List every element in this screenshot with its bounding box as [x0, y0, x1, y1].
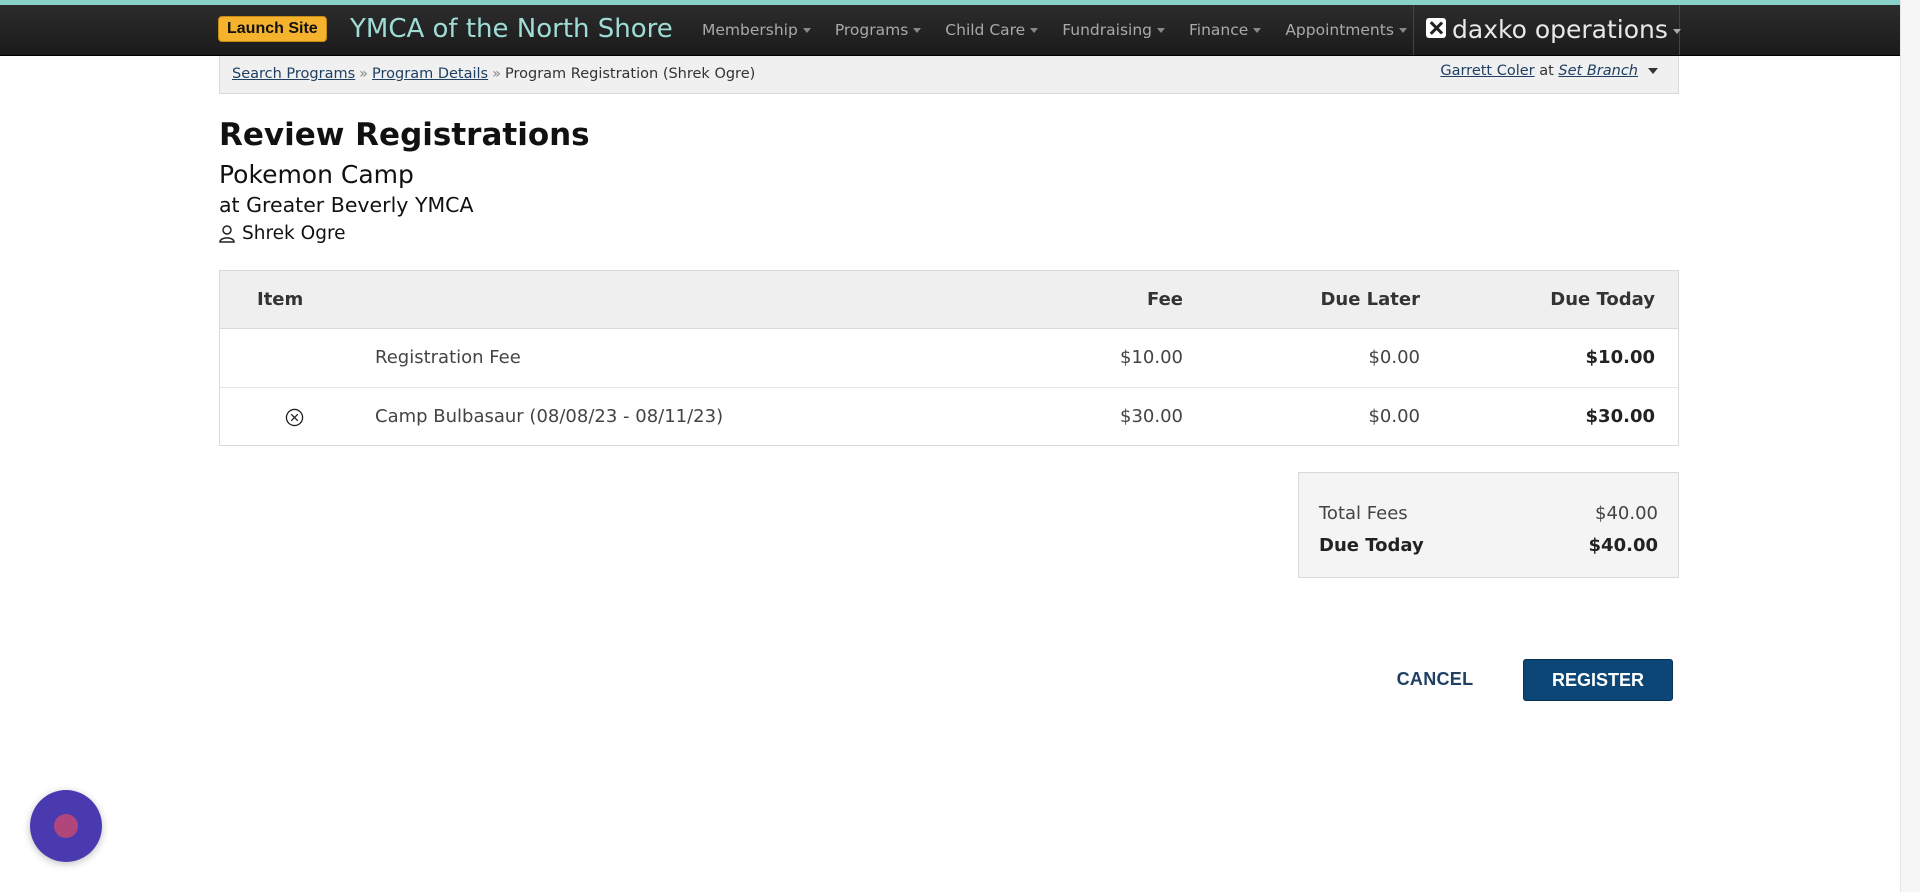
header-due-later: Due Later [1320, 289, 1420, 310]
nav-label: Programs [834, 21, 909, 39]
breadcrumb-program-details[interactable]: Program Details [372, 66, 488, 82]
total-fees-label: Total Fees [1319, 503, 1408, 524]
header-fee: Fee [1147, 289, 1183, 310]
nav-label: Appointments [1285, 21, 1394, 39]
cancel-button[interactable]: CANCEL [1380, 659, 1490, 699]
table-row: Registration Fee $10.00 $0.00 $10.00 [220, 329, 1678, 388]
item-fee: $10.00 [1120, 347, 1183, 368]
user-at-label: at [1539, 63, 1554, 79]
set-branch-label: Set Branch [1558, 63, 1638, 79]
user-name-link[interactable]: Garrett Coler [1440, 63, 1534, 79]
total-fees-line: Total Fees $40.00 [1319, 503, 1658, 524]
item-due-later: $0.00 [1368, 347, 1420, 368]
chevron-down-icon [1253, 28, 1262, 33]
chat-launcher-button[interactable] [30, 790, 102, 862]
breadcrumb-separator: » [492, 66, 501, 82]
item-description: Registration Fee [375, 347, 521, 368]
table-header: Item Fee Due Later Due Today [220, 271, 1678, 329]
item-due-later: $0.00 [1368, 406, 1420, 427]
top-navbar: Launch Site YMCA of the North Shore Memb… [0, 5, 1900, 56]
breadcrumb-bar: Search Programs» Program Details» Program … [219, 56, 1679, 94]
launch-site-button[interactable]: Launch Site [218, 16, 327, 42]
organization-name[interactable]: YMCA of the North Shore [350, 12, 673, 46]
page-title: Review Registrations [219, 117, 590, 153]
chevron-down-icon[interactable] [1648, 68, 1658, 74]
main-nav: Membership Programs Child Care Fundraisi… [690, 5, 1419, 55]
nav-child-care[interactable]: Child Care [933, 5, 1050, 55]
program-name: Pokemon Camp [219, 160, 414, 189]
breadcrumb: Search Programs» Program Details» Program … [232, 66, 755, 82]
header-item: Item [257, 289, 304, 310]
daxko-logo-icon [1426, 18, 1446, 38]
due-today-value: $40.00 [1588, 535, 1658, 556]
user-info: Garrett Coler at Set Branch [1440, 63, 1658, 79]
branch-name: at Greater Beverly YMCA [219, 193, 474, 217]
item-due-today: $30.00 [1585, 406, 1655, 427]
total-fees-value: $40.00 [1595, 503, 1658, 524]
chevron-down-icon [913, 28, 922, 33]
breadcrumb-current: Program Registration (Shrek Ogre) [504, 66, 756, 82]
due-today-line: Due Today $40.00 [1319, 535, 1658, 556]
registrations-table: Item Fee Due Later Due Today Registratio… [219, 270, 1679, 446]
chevron-down-icon [1157, 28, 1165, 33]
brand-menu[interactable]: daxko operations [1413, 5, 1681, 55]
person-icon [219, 224, 235, 243]
nav-label: Child Care [945, 21, 1026, 39]
due-today-label: Due Today [1319, 535, 1424, 556]
totals-box: Total Fees $40.00 Due Today $40.00 [1298, 472, 1679, 578]
remove-circle-icon[interactable] [285, 408, 304, 427]
item-due-today: $10.00 [1585, 347, 1655, 368]
chevron-down-icon [1030, 28, 1039, 33]
register-button[interactable]: REGISTER [1523, 659, 1673, 701]
nav-appointments[interactable]: Appointments [1273, 5, 1419, 55]
chevron-down-icon [1398, 28, 1407, 33]
nav-membership[interactable]: Membership [690, 5, 823, 55]
item-description: Camp Bulbasaur (08/08/23 - 08/11/23) [375, 406, 724, 427]
participant-name: Shrek Ogre [242, 223, 346, 244]
header-due-today: Due Today [1550, 289, 1655, 310]
table-row: Camp Bulbasaur (08/08/23 - 08/11/23) $30… [220, 388, 1678, 446]
chevron-down-icon [1672, 28, 1681, 34]
nav-finance[interactable]: Finance [1177, 5, 1273, 55]
nav-programs[interactable]: Programs [823, 5, 933, 55]
nav-label: Finance [1189, 21, 1249, 39]
item-fee: $30.00 [1120, 406, 1183, 427]
chat-icon [54, 814, 78, 838]
set-branch-link[interactable]: Set Branch [1558, 63, 1638, 79]
nav-label: Fundraising [1062, 21, 1152, 39]
brand-label: daxko operations [1452, 15, 1668, 44]
nav-label: Membership [702, 21, 798, 39]
participant: Shrek Ogre [219, 223, 346, 244]
breadcrumb-separator: » [359, 66, 369, 82]
nav-fundraising[interactable]: Fundraising [1050, 5, 1177, 55]
vertical-scrollbar[interactable] [1900, 0, 1920, 892]
breadcrumb-search-programs[interactable]: Search Programs [232, 66, 355, 82]
chevron-down-icon [802, 28, 811, 33]
